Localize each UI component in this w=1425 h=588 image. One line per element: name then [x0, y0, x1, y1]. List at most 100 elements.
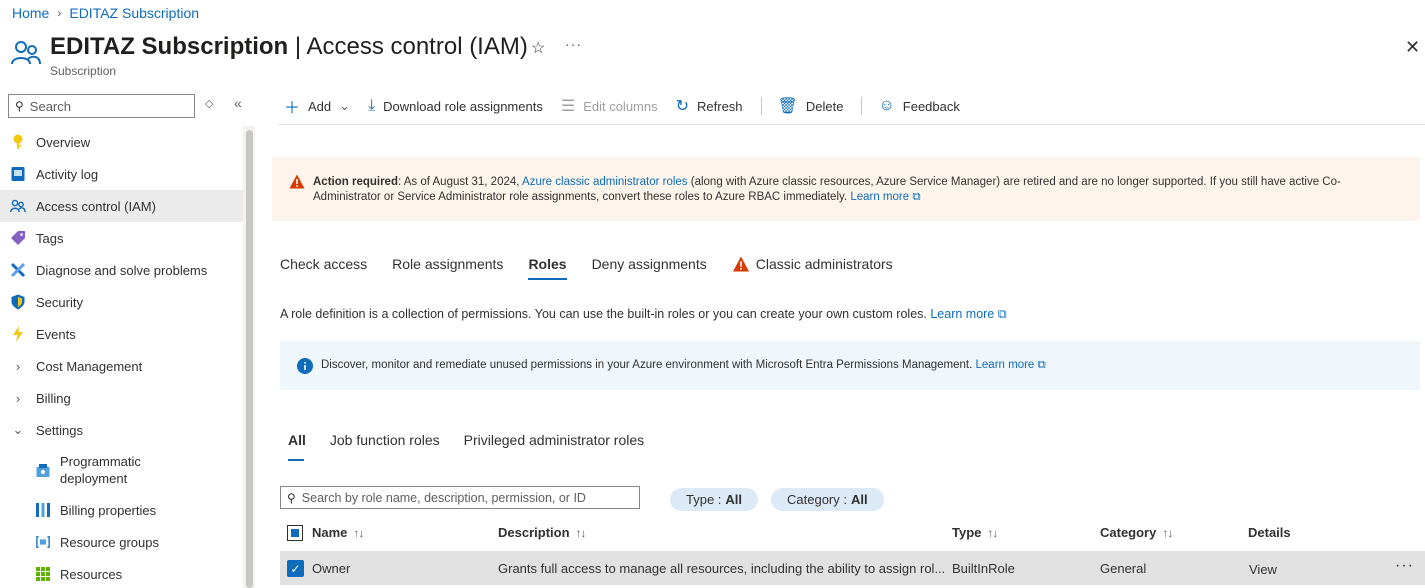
edit-columns-button[interactable]: ☰ Edit columns: [561, 96, 658, 116]
more-options-icon[interactable]: ···: [565, 36, 582, 52]
star-icon[interactable]: ☆: [531, 38, 545, 58]
add-button[interactable]: ＋ Add ⌄: [284, 94, 350, 118]
close-icon[interactable]: ✕: [1405, 37, 1420, 58]
resource-group-icon: [36, 534, 50, 550]
sidebar-item-events[interactable]: Events: [0, 318, 243, 350]
plus-icon: ＋: [284, 100, 301, 117]
people-icon: [10, 198, 26, 214]
learn-more-link[interactable]: Learn more ⧉: [850, 191, 920, 203]
sidebar-sub-label-line2: deployment: [60, 471, 128, 486]
sidebar-item-resource-groups[interactable]: Resource groups: [0, 526, 243, 558]
page-title: EDITAZ Subscription | Access control (IA…: [50, 33, 528, 61]
iam-tabs: Check access Role assignments Roles Deny…: [280, 250, 918, 280]
sidebar-item-billing[interactable]: › Billing: [0, 382, 243, 414]
chevron-right-icon: ›: [15, 358, 21, 374]
feedback-button-label: Feedback: [902, 98, 960, 114]
sidebar-item-label: Settings: [36, 422, 83, 438]
column-header-description[interactable]: Description ↑↓: [498, 525, 587, 540]
lightning-icon: [10, 326, 26, 342]
log-icon: [10, 166, 26, 182]
key-icon: [10, 134, 26, 150]
sidebar-sub-label-line1: Programmatic: [60, 454, 141, 469]
sidebar-item-activity-log[interactable]: Activity log: [0, 158, 243, 190]
column-header-details-label: Details: [1248, 525, 1291, 540]
tab-role-assignments[interactable]: Role assignments: [392, 250, 503, 278]
learn-more-link[interactable]: Learn more ⧉: [976, 359, 1046, 371]
sidebar-item-label: Activity log: [36, 166, 99, 182]
warning-text-1: : As of August 31, 2024,: [397, 176, 523, 188]
role-search-input[interactable]: ⚲ Search by role name, description, perm…: [280, 486, 640, 509]
sidebar-item-diagnose[interactable]: Diagnose and solve problems: [0, 254, 243, 286]
sidebar-item-access-control[interactable]: Access control (IAM): [0, 190, 243, 222]
sidebar-search-placeholder: Search: [29, 98, 71, 114]
cell-type: BuiltInRole: [952, 561, 1015, 576]
breadcrumb-home[interactable]: Home: [12, 5, 49, 21]
sidebar-item-programmatic-deployment[interactable]: Programmatic deployment: [0, 446, 243, 494]
tab-check-access[interactable]: Check access: [280, 250, 367, 278]
tab-deny-assignments[interactable]: Deny assignments: [592, 250, 707, 278]
sidebar-item-security[interactable]: Security: [0, 286, 243, 318]
sidebar-sub-label: Billing properties: [60, 502, 157, 518]
sidebar-item-label: Cost Management: [36, 358, 143, 374]
sidebar: Overview Activity log Access control (IA…: [0, 126, 243, 588]
info-text: Discover, monitor and remediate unused p…: [321, 359, 1046, 372]
refresh-button[interactable]: ↻ Refresh: [676, 96, 743, 116]
sidebar-item-resources[interactable]: Resources: [0, 558, 243, 588]
sort-icon: ↑↓: [575, 525, 587, 540]
tab-job-function-roles[interactable]: Job function roles: [330, 432, 440, 456]
sidebar-item-billing-properties[interactable]: Billing properties: [0, 494, 243, 526]
warning-icon: [289, 174, 305, 189]
roles-description: A role definition is a collection of per…: [280, 307, 1007, 322]
type-filter-pill[interactable]: Type : All: [670, 488, 759, 511]
classic-admin-roles-link[interactable]: Azure classic administrator roles: [522, 176, 688, 188]
tab-all[interactable]: All: [288, 432, 306, 461]
row-checkbox[interactable]: ✓: [287, 560, 304, 577]
sidebar-sub-label: Resource groups: [60, 534, 159, 550]
sidebar-item-tags[interactable]: Tags: [0, 222, 243, 254]
bars-icon: [36, 502, 50, 518]
column-header-type[interactable]: Type ↑↓: [952, 525, 998, 540]
breadcrumb: Home › EDITAZ Subscription: [12, 5, 199, 21]
sidebar-item-settings[interactable]: ⌄ Settings: [0, 414, 243, 446]
action-required-text: Action required: As of August 31, 2024, …: [288, 175, 1400, 205]
category-filter-label: Category :: [787, 492, 847, 507]
external-link-icon: ⧉: [912, 191, 921, 203]
learn-more-label: Learn more: [850, 191, 910, 203]
row-more-options-icon[interactable]: ···: [1395, 557, 1414, 575]
view-details-link[interactable]: View: [1249, 562, 1277, 577]
download-button-label: Download role assignments: [383, 98, 543, 114]
category-filter-pill[interactable]: Category : All: [771, 488, 884, 511]
sidebar-item-overview[interactable]: Overview: [0, 126, 243, 158]
sidebar-scrollbar-thumb[interactable]: [246, 130, 253, 588]
toolbar-divider: [760, 97, 762, 115]
delete-button[interactable]: 🗑︎ Delete: [778, 96, 844, 116]
tag-icon: [10, 230, 26, 246]
sidebar-item-label: Security: [36, 294, 83, 310]
column-header-category[interactable]: Category ↑↓: [1100, 525, 1173, 540]
sort-icon: ↑↓: [1162, 525, 1173, 540]
download-role-assignments-button[interactable]: ⤓ Download role assignments: [368, 97, 543, 115]
column-header-details: Details: [1248, 525, 1291, 540]
tab-classic-administrators[interactable]: Classic administrators: [732, 250, 893, 278]
sidebar-item-label: Overview: [36, 134, 91, 150]
shield-icon: [10, 294, 26, 310]
tab-privileged-administrator-roles[interactable]: Privileged administrator roles: [464, 432, 645, 456]
learn-more-label: Learn more: [930, 307, 995, 321]
deployment-icon: [36, 462, 50, 478]
collapse-sidebar-icon[interactable]: «: [234, 95, 242, 111]
expand-icon[interactable]: ◇: [205, 97, 213, 110]
select-all-checkbox[interactable]: [287, 525, 303, 541]
toolbar-divider: [861, 97, 863, 115]
people-icon: [11, 41, 41, 65]
sidebar-search-input[interactable]: ⚲ Search: [8, 94, 195, 118]
feedback-button[interactable]: ☺ Feedback: [878, 97, 959, 115]
column-header-name[interactable]: Name ↑↓: [312, 525, 364, 540]
tab-classic-administrators-label: Classic administrators: [755, 256, 893, 272]
warning-icon: [732, 256, 749, 272]
tab-roles[interactable]: Roles: [528, 250, 567, 280]
action-required-banner: Action required: As of August 31, 2024, …: [272, 157, 1420, 221]
learn-more-link[interactable]: Learn more ⧉: [930, 307, 1006, 321]
sidebar-item-cost-management[interactable]: › Cost Management: [0, 350, 243, 382]
sidebar-item-label: Access control (IAM): [36, 198, 156, 214]
breadcrumb-subscription[interactable]: EDITAZ Subscription: [69, 5, 199, 21]
